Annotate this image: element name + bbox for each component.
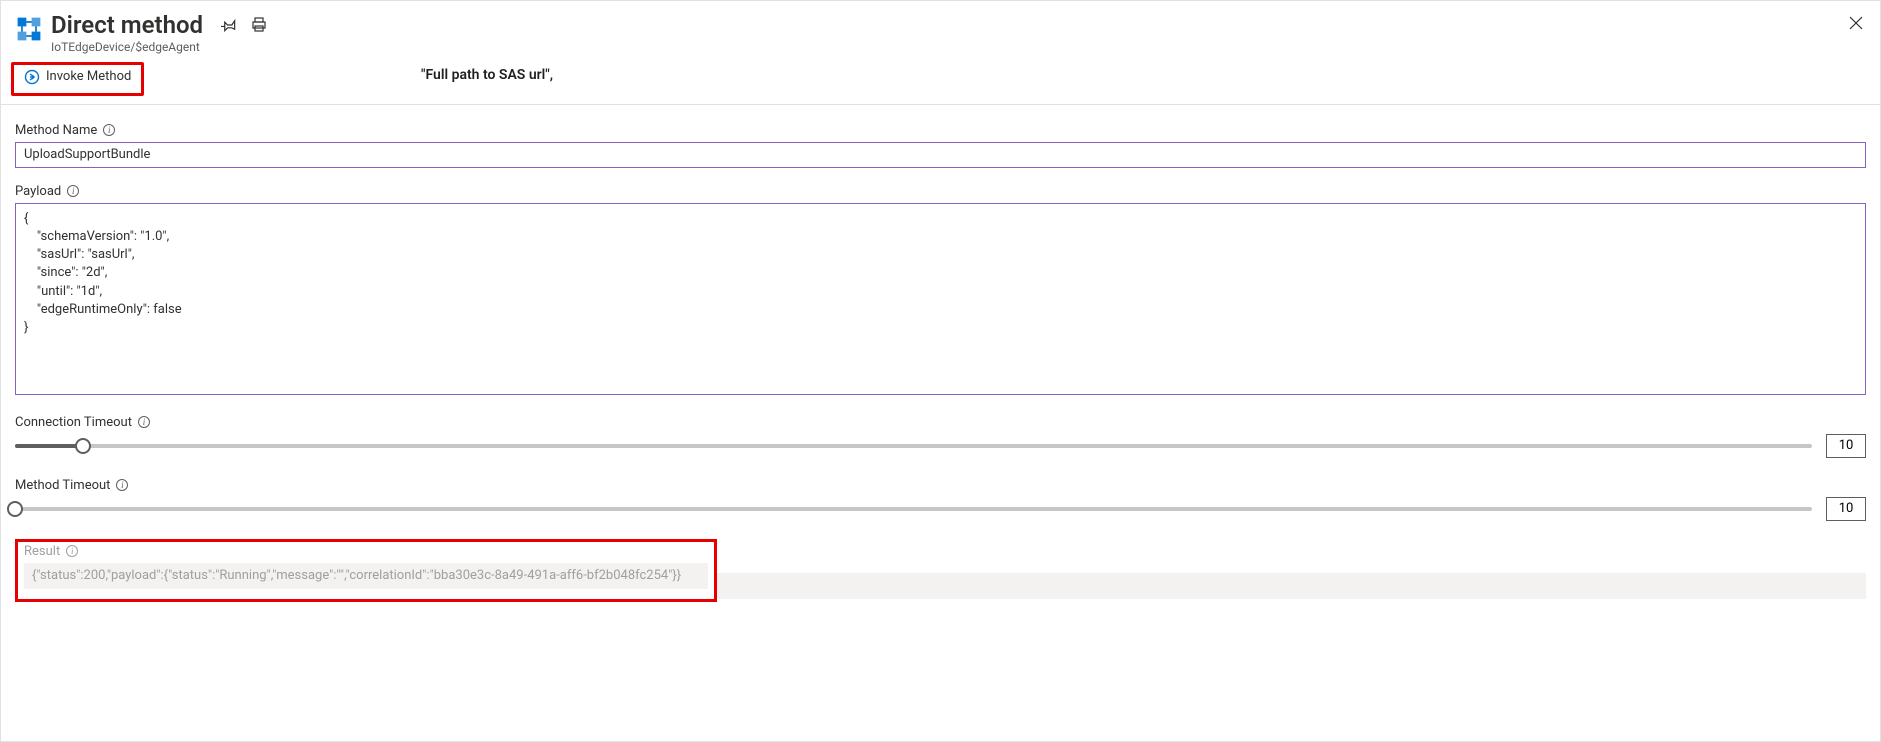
connection-timeout-value[interactable] <box>1826 434 1866 458</box>
invoke-method-button[interactable]: Invoke Method <box>18 67 137 87</box>
pin-icon[interactable] <box>221 17 237 37</box>
invoke-method-label: Invoke Method <box>46 69 131 84</box>
blade-header: Direct method IoTEdgeDevice/$edgeAgent <box>1 1 1880 56</box>
method-timeout-label: Method Timeout <box>15 478 110 493</box>
result-output: {"status":200,"payload":{"status":"Runni… <box>24 563 708 589</box>
payload-label-row: Payload i <box>15 184 1866 199</box>
info-icon[interactable]: i <box>103 124 115 136</box>
connection-timeout-slider[interactable] <box>15 436 1812 456</box>
result-section: Result i {"status":200,"payload":{"statu… <box>15 539 1866 602</box>
method-timeout-slider-row <box>15 497 1866 521</box>
connection-timeout-slider-row <box>15 434 1866 458</box>
payload-input[interactable] <box>15 203 1866 395</box>
command-bar: Invoke Method <box>1 56 1880 104</box>
close-icon[interactable] <box>1848 15 1864 35</box>
method-name-input[interactable] <box>15 142 1866 168</box>
direct-method-icon <box>15 15 43 43</box>
sas-url-hint: "Full path to SAS url", <box>421 67 553 83</box>
form: Method Name i Payload i Connection Timeo… <box>1 105 1880 521</box>
method-timeout-label-row: Method Timeout i <box>15 478 1866 493</box>
result-label-row: Result i <box>24 544 708 559</box>
payload-label: Payload <box>15 184 61 199</box>
result-highlight: Result i {"status":200,"payload":{"statu… <box>15 539 717 602</box>
info-icon[interactable]: i <box>67 185 79 197</box>
info-icon[interactable]: i <box>116 479 128 491</box>
print-icon[interactable] <box>251 17 267 37</box>
method-timeout-slider[interactable] <box>15 499 1812 519</box>
breadcrumb: IoTEdgeDevice/$edgeAgent <box>51 40 203 54</box>
result-output-bg <box>717 573 1866 599</box>
connection-timeout-label: Connection Timeout <box>15 415 132 430</box>
method-name-label: Method Name <box>15 123 97 138</box>
invoke-method-highlight: Invoke Method <box>11 62 144 96</box>
info-icon[interactable]: i <box>138 416 150 428</box>
method-timeout-value[interactable] <box>1826 497 1866 521</box>
method-name-label-row: Method Name i <box>15 123 1866 138</box>
result-label: Result <box>24 544 60 559</box>
page-title: Direct method <box>51 11 203 40</box>
connection-timeout-label-row: Connection Timeout i <box>15 415 1866 430</box>
info-icon[interactable]: i <box>66 545 78 557</box>
